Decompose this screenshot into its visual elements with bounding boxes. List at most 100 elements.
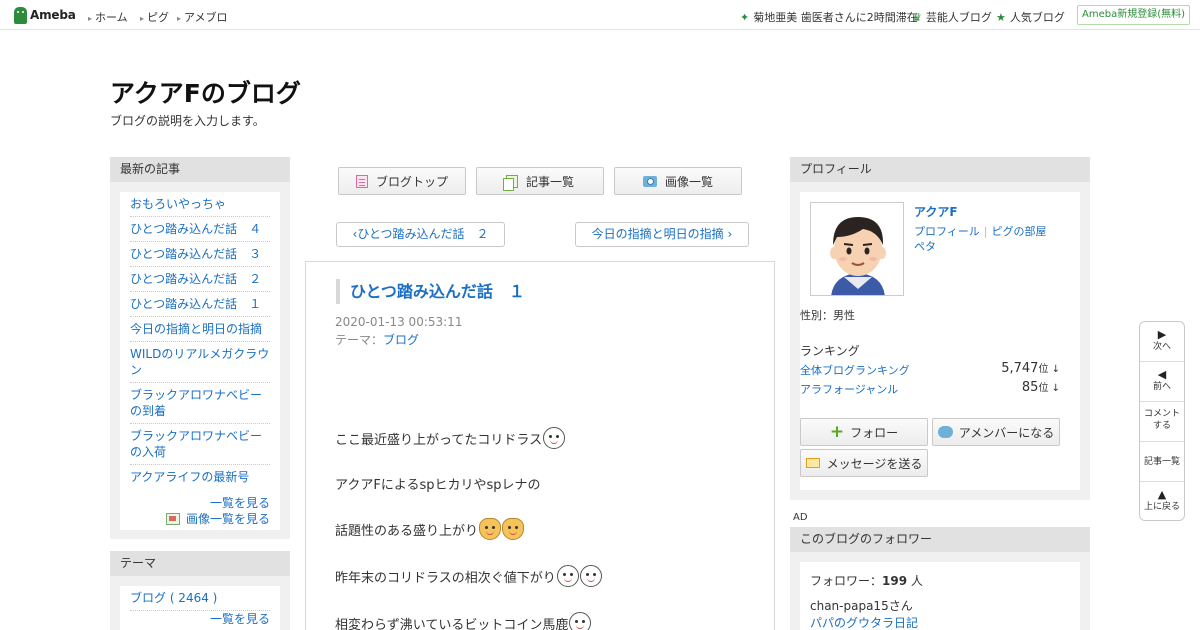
ameba-logo[interactable]: Ameba	[14, 6, 76, 24]
profile-name-link[interactable]: アクアF	[914, 203, 958, 220]
blog-top-button[interactable]: ブログトップ	[338, 167, 466, 195]
laugh-emoji-icon	[569, 612, 592, 630]
followers-body: フォロワー：199 人 chan-papa15さん パパのグウタラ日記	[800, 562, 1080, 630]
prev-entry-link[interactable]: ‹ひとつ踏み込んだ話 ２	[336, 222, 505, 247]
followers-heading: このブログのフォロワー	[790, 527, 1090, 552]
nav-home-link[interactable]: ホーム	[88, 9, 128, 25]
camera-icon	[642, 175, 657, 187]
entry-body-text: アクアFによるspヒカリやspレナの	[335, 478, 541, 493]
profile-gender: 性別：男性	[800, 309, 855, 322]
entry-list-label: 記事一覧	[525, 174, 574, 189]
ad-label: AD	[793, 512, 808, 523]
signup-button[interactable]: Ameba新規登録(無料)	[1077, 5, 1190, 25]
follower-blog-link[interactable]: パパのグウタラ日記	[810, 614, 1070, 630]
play-right-icon: ▶	[1157, 328, 1167, 341]
follower-count-number: 199	[882, 574, 908, 588]
image-list-icon	[165, 513, 180, 525]
rank-down-arrow-icon: ↓	[1048, 383, 1060, 394]
entry-body-line: 話題性のある盛り上がり	[335, 518, 525, 540]
latest-entry-link[interactable]: WILDのリアルメガクラウン	[130, 342, 270, 383]
celeb-blog-text: 芸能人ブログ	[925, 11, 992, 24]
profile-heading: プロフィール	[790, 157, 1090, 182]
ameba-logo-text: Ameba	[30, 8, 76, 22]
cat-emoji-icon	[479, 518, 502, 540]
latest-entries-panel: 最新の記事 おもろいやっちゃ ひとつ踏み込んだ話 ４ ひとつ踏み込んだ話 ３ ひ…	[110, 157, 290, 539]
latest-entry-link[interactable]: ひとつ踏み込んだ話 ２	[130, 267, 270, 292]
latest-entry-link[interactable]: ブラックアロワナベビーの到着	[130, 383, 270, 424]
themes-panel: テーマ ブログ ( 2464 ) 一覧を見る	[110, 551, 290, 630]
ranking-genre-link[interactable]: アラフォージャンル	[800, 383, 898, 396]
theme-link[interactable]: ブログ ( 2464 )	[130, 586, 270, 611]
sidenav-top-button[interactable]: ▲ 上に戻る	[1140, 482, 1184, 520]
popular-blog-link[interactable]: ★ 人気ブログ	[996, 9, 1065, 25]
latest-entry-link[interactable]: ひとつ踏み込んだ話 ４	[130, 217, 270, 242]
sidenav-prev-button[interactable]: ◀ 前へ	[1140, 362, 1184, 402]
ranking-row-overall: 全体ブログランキング 5,747位 ↓	[800, 361, 1060, 378]
entry-theme: テーマ：ブログ	[335, 331, 419, 348]
global-header: Ameba ホーム ピグ アメブロ ✦ 菊地亜美 歯医者さんに2時間滞在 ♛ 芸…	[0, 0, 1200, 30]
themes-heading: テーマ	[110, 551, 290, 576]
cat-emoji-icon	[502, 518, 525, 540]
profile-link[interactable]: プロフィール	[914, 225, 980, 238]
trending-news-text: 菊地亜美 歯医者さんに2時間滞在	[753, 11, 918, 24]
ameba-logo-icon	[14, 6, 27, 24]
see-images-text: 画像一覧を見る	[185, 512, 270, 526]
latest-entry-link[interactable]: ひとつ踏み込んだ話 １	[130, 292, 270, 317]
entry-body-line: アクアFによるspヒカリやspレナの	[335, 474, 541, 493]
pigg-room-link[interactable]: ピグの部屋	[992, 225, 1047, 238]
smile-emoji-icon	[579, 565, 602, 587]
see-all-themes-link[interactable]: 一覧を見る	[130, 611, 270, 627]
entry-list-icon	[502, 174, 518, 191]
peta-link[interactable]: ペタ	[914, 238, 936, 254]
image-list-button[interactable]: 画像一覧	[614, 167, 742, 195]
latest-entry-link[interactable]: おもろいやっちゃ	[130, 192, 270, 217]
nav-ameblo-link[interactable]: アメブロ	[177, 9, 227, 25]
entry-title[interactable]: ひとつ踏み込んだ話 １	[336, 279, 525, 304]
entry-article: ひとつ踏み込んだ話 １ 2020-01-13 00:53:11 テーマ：ブログ …	[305, 261, 775, 630]
send-message-button[interactable]: メッセージを送る	[800, 449, 928, 477]
sidenav-comment-button[interactable]: コメントする	[1140, 402, 1184, 442]
entry-theme-link[interactable]: ブログ	[383, 333, 419, 347]
prev-entry-title: ひとつ踏み込んだ話 ２	[357, 227, 489, 241]
blog-title[interactable]: アクアFのブログ	[110, 74, 301, 110]
triangle-up-icon: ▲	[1157, 488, 1167, 501]
latest-entry-link[interactable]: 今日の指摘と明日の指摘	[130, 317, 270, 342]
follower-count-unit: 人	[910, 574, 923, 588]
entry-list-button[interactable]: 記事一覧	[476, 167, 604, 195]
latest-entry-link[interactable]: ブラックアロワナベビーの入荷	[130, 424, 270, 465]
profile-links-row: プロフィール | ピグの部屋	[914, 223, 1047, 239]
ranking-overall-link[interactable]: 全体ブログランキング	[800, 364, 910, 377]
amember-button[interactable]: アメンバーになる	[932, 418, 1060, 446]
ranking-overall-number: 5,747	[1001, 361, 1039, 376]
avatar[interactable]	[810, 202, 904, 296]
see-images-link[interactable]: 画像一覧を見る	[130, 511, 270, 527]
entry-body-line: ここ最近盛り上がってたコリドラス	[335, 427, 566, 449]
rank-down-arrow-icon: ↓	[1048, 364, 1060, 375]
sidenav-next-button[interactable]: ▶ 次へ	[1140, 322, 1184, 362]
follower-name: chan-papa15さん	[810, 599, 913, 613]
play-left-icon: ◀	[1157, 368, 1167, 381]
profile-body: アクアF プロフィール | ピグの部屋 ペタ 性別：男性 ランキング 全体ブログラン…	[800, 192, 1080, 490]
star-icon: ★	[996, 10, 1006, 24]
latest-entries-list: おもろいやっちゃ ひとつ踏み込んだ話 ４ ひとつ踏み込んだ話 ３ ひとつ踏み込ん…	[120, 192, 280, 530]
entry-body-line: 昨年末のコリドラスの相次ぐ値下がり	[335, 565, 602, 587]
amember-icon	[937, 426, 953, 438]
follow-button[interactable]: + フォロー	[800, 418, 928, 446]
entry-body-line: 相変わらず沸いているビットコイン馬鹿	[335, 612, 592, 630]
nav-pigg-link[interactable]: ピグ	[140, 9, 169, 25]
floating-side-nav: ▶ 次へ ◀ 前へ コメントする 記事一覧 ▲ 上に戻る	[1139, 321, 1185, 521]
chevron-right-icon: ›	[723, 227, 733, 241]
entry-body-text: 話題性のある盛り上がり	[335, 523, 479, 539]
celeb-blog-link[interactable]: ♛ 芸能人ブログ	[912, 9, 992, 25]
trending-news-link[interactable]: ✦ 菊地亜美 歯医者さんに2時間滞在	[740, 9, 918, 25]
latest-entry-link[interactable]: アクアライフの最新号	[130, 465, 270, 489]
sidenav-next-label: 次へ	[1152, 342, 1171, 352]
smile-emoji-icon	[543, 427, 566, 449]
sidenav-list-button[interactable]: 記事一覧	[1140, 442, 1184, 482]
blog-top-label: ブログトップ	[375, 174, 448, 189]
latest-entry-link[interactable]: ひとつ踏み込んだ話 ３	[130, 242, 270, 267]
next-entry-link[interactable]: 今日の指摘と明日の指摘 ›	[575, 222, 749, 247]
profile-panel: プロフィール アクアF プロフィール | ピグの部屋 ペタ 性別：男性 ランキン…	[790, 157, 1090, 500]
entry-date: 2020-01-13 00:53:11	[335, 315, 463, 329]
see-all-entries-link[interactable]: 一覧を見る	[130, 495, 270, 511]
